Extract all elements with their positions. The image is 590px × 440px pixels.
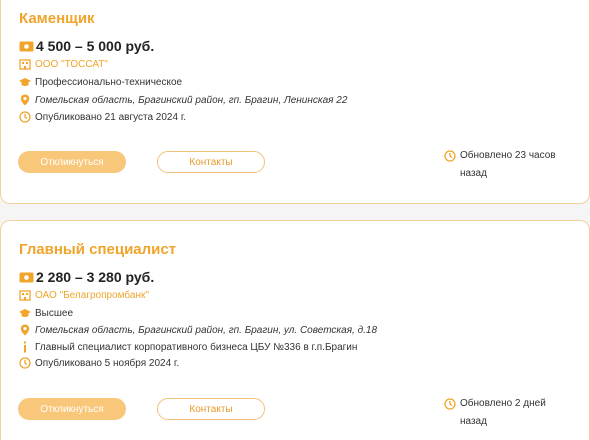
company-row: ООО "ТОССАТ" (19, 58, 108, 70)
money-icon (19, 272, 34, 282)
building-icon (19, 290, 31, 301)
address-text: Гомельская область, Брагинский район, гп… (35, 324, 378, 336)
info-text: Главный специалист корпоративного бизнес… (35, 341, 358, 353)
education-row: Профессионально-техническое (19, 76, 182, 88)
graduation-cap-icon (19, 78, 31, 86)
company-link[interactable]: ОАО "Белагропромбанк" (35, 290, 149, 301)
salary: 2 280 – 3 280 руб. (19, 269, 154, 285)
updated-line2: назад (460, 416, 487, 427)
salary: 4 500 – 5 000 руб. (19, 38, 154, 54)
clock-icon (444, 398, 456, 410)
education-text: Профессионально-техническое (35, 76, 183, 88)
info-row: Главный специалист корпоративного бизнес… (19, 341, 357, 353)
updated-line1: Обновлено 2 дней (460, 398, 546, 409)
vacancy-card: Каменщик 4 500 – 5 000 руб. ООО "ТОССАТ"… (0, 0, 590, 204)
building-icon (19, 59, 31, 70)
updated-info: Обновлено 2 дней назад (444, 395, 564, 431)
clock-icon (444, 150, 456, 162)
vacancy-title[interactable]: Главный специалист (19, 241, 176, 258)
updated-info: Обновлено 23 часов назад (444, 147, 564, 183)
clock-icon (19, 111, 31, 123)
salary-text: 4 500 – 5 000 руб. (36, 38, 155, 54)
clock-icon (19, 357, 31, 369)
published-row: Опубликовано 5 ноября 2024 г. (19, 357, 179, 369)
company-link[interactable]: ООО "ТОССАТ" (35, 59, 108, 70)
updated-line1: Обновлено 23 часов (460, 150, 556, 161)
vacancy-card: Главный специалист 2 280 – 3 280 руб. ОА… (0, 220, 590, 440)
salary-text: 2 280 – 3 280 руб. (36, 269, 155, 285)
vacancy-title[interactable]: Каменщик (19, 10, 95, 27)
address-row: Гомельская область, Брагинский район, гп… (19, 324, 377, 336)
location-pin-icon (20, 324, 30, 336)
apply-button[interactable]: Откликнуться (18, 398, 126, 420)
address-row: Гомельская область, Брагинский район, гп… (19, 94, 347, 106)
company-row: ОАО "Белагропромбанк" (19, 289, 149, 301)
contacts-button[interactable]: Контакты (157, 398, 265, 420)
apply-button[interactable]: Откликнуться (18, 151, 126, 173)
published-text: Опубликовано 5 ноября 2024 г. (35, 357, 180, 369)
published-text: Опубликовано 21 августа 2024 г. (35, 111, 187, 123)
info-icon (24, 341, 26, 353)
published-row: Опубликовано 21 августа 2024 г. (19, 111, 186, 123)
money-icon (19, 41, 34, 51)
graduation-cap-icon (19, 309, 31, 317)
contacts-button[interactable]: Контакты (157, 151, 265, 173)
location-pin-icon (20, 94, 30, 106)
education-text: Высшее (35, 307, 74, 319)
education-row: Высшее (19, 307, 73, 319)
address-text: Гомельская область, Брагинский район, гп… (35, 94, 348, 106)
updated-line2: назад (460, 168, 487, 179)
